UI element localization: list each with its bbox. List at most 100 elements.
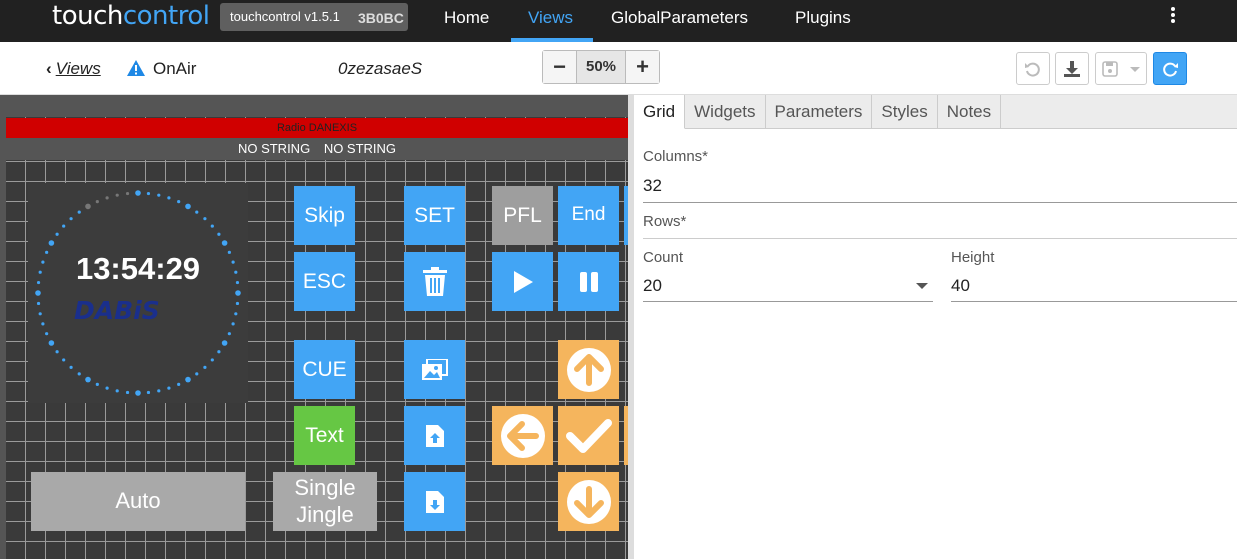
- arrow-left-button[interactable]: [492, 406, 553, 465]
- tab-grid[interactable]: Grid: [634, 95, 686, 129]
- clock-dot: [115, 193, 119, 197]
- clock-dot: [167, 386, 171, 390]
- back-link[interactable]: ‹ Views: [46, 59, 101, 79]
- zoom-in-button[interactable]: +: [626, 51, 659, 83]
- clock-dot: [177, 200, 181, 204]
- warning-icon: [127, 60, 145, 76]
- clock-dot: [77, 210, 81, 214]
- clock-dot: [55, 232, 59, 236]
- count-select-underline: [643, 301, 933, 302]
- tab-parameters[interactable]: Parameters: [766, 95, 873, 129]
- undo-button[interactable]: [1016, 52, 1050, 85]
- text-button[interactable]: Text: [294, 406, 355, 465]
- clock-dot: [85, 203, 91, 210]
- clock-dot: [167, 196, 171, 200]
- rows-label: Rows*: [643, 213, 687, 230]
- play-button[interactable]: [492, 252, 553, 311]
- partial-widget-edge: [624, 406, 628, 465]
- clock-dot: [38, 312, 42, 316]
- images-button[interactable]: [404, 340, 465, 399]
- nav-plugins[interactable]: Plugins: [795, 8, 851, 28]
- clock-dot: [95, 382, 99, 386]
- clock-dot: [35, 290, 41, 296]
- nav-home[interactable]: Home: [444, 8, 489, 28]
- clock-dot: [125, 390, 130, 395]
- clock-dot: [105, 196, 109, 200]
- clock-dot: [217, 232, 221, 236]
- clock-dot: [157, 389, 161, 393]
- chevron-left-icon: ‹: [46, 59, 52, 78]
- brand-logo[interactable]: touchcontrol: [52, 1, 210, 31]
- columns-input[interactable]: 32: [643, 176, 662, 196]
- version-tooltip-tail: 3B0BC: [358, 10, 404, 26]
- delete-button[interactable]: [404, 252, 465, 311]
- trash-icon: [422, 266, 447, 296]
- file-download-button[interactable]: [404, 472, 465, 531]
- pause-button[interactable]: [558, 252, 619, 311]
- tab-styles[interactable]: Styles: [872, 95, 938, 129]
- height-input[interactable]: 40: [951, 276, 970, 296]
- clock-dot: [105, 386, 109, 390]
- refresh-icon: [1163, 62, 1178, 77]
- clock-dot: [55, 350, 59, 354]
- single-jingle-button[interactable]: Single Jingle: [273, 472, 377, 531]
- zoom-out-button[interactable]: −: [543, 51, 576, 83]
- set-button[interactable]: SET: [404, 186, 465, 245]
- clock-dot: [146, 390, 151, 395]
- clock-dot: [195, 210, 199, 214]
- clock-dot: [157, 193, 161, 197]
- clock-dot: [85, 376, 91, 383]
- auto-button[interactable]: Auto: [31, 472, 245, 531]
- save-dropdown-button[interactable]: [1095, 52, 1147, 85]
- tab-widgets[interactable]: Widgets: [685, 95, 766, 129]
- esc-button[interactable]: ESC: [294, 252, 355, 311]
- arrow-down-button[interactable]: [558, 472, 619, 531]
- nav-views[interactable]: Views: [528, 8, 573, 28]
- file-upload-button[interactable]: [404, 406, 465, 465]
- clock-dot: [146, 191, 151, 196]
- pfl-button[interactable]: PFL: [492, 186, 553, 245]
- clock-dot: [203, 217, 207, 221]
- clock-dot: [36, 301, 41, 306]
- properties-panel: Grid Widgets Parameters Styles Notes Col…: [634, 95, 1237, 559]
- clock-dot: [69, 365, 73, 369]
- count-select[interactable]: 20: [643, 276, 662, 296]
- clock-dot: [69, 217, 73, 221]
- arrow-left-circle-icon: [500, 413, 545, 458]
- confirm-button[interactable]: [558, 406, 619, 465]
- arrow-up-button[interactable]: [558, 340, 619, 399]
- clock-dot: [227, 332, 231, 336]
- view-toolbar: ‹ Views OnAir 0zezasaeS − 50% +: [0, 42, 1237, 95]
- zoom-control: − 50% +: [542, 50, 660, 84]
- images-icon: [421, 358, 448, 380]
- clock-dot: [231, 322, 235, 326]
- version-tooltip-text: touchcontrol v1.5.1: [230, 9, 340, 24]
- clock-dot: [217, 350, 221, 354]
- partial-widget-edge: [624, 186, 628, 245]
- clock-dot: [62, 224, 66, 228]
- chevron-down-icon[interactable]: [916, 283, 928, 289]
- nav-global-parameters[interactable]: GlobalParameters: [611, 8, 748, 28]
- dabis-logo: DABiS: [74, 296, 160, 325]
- clock-time: 13:54:29: [75, 251, 201, 286]
- rows-divider: [643, 238, 1237, 239]
- cue-button[interactable]: CUE: [294, 340, 355, 399]
- string-2: NO STRING: [323, 141, 397, 156]
- clock-dot: [234, 312, 238, 316]
- clock-dot: [62, 358, 66, 362]
- dabis-logo-text: DABiS: [74, 296, 160, 325]
- skip-button[interactable]: Skip: [294, 186, 355, 245]
- panel-tabs: Grid Widgets Parameters Styles Notes: [634, 95, 1237, 129]
- download-button[interactable]: [1055, 52, 1089, 85]
- tab-notes[interactable]: Notes: [938, 95, 1002, 129]
- clock-dot: [125, 191, 130, 196]
- clock-widget[interactable]: 13:54:29 DABiS: [28, 183, 248, 403]
- clock-dot: [185, 203, 191, 210]
- refresh-button[interactable]: [1153, 52, 1187, 85]
- clock-dot: [48, 240, 55, 246]
- more-menu-icon[interactable]: [1165, 6, 1181, 28]
- undo-icon: [1025, 62, 1040, 77]
- end-button[interactable]: End: [558, 186, 619, 245]
- height-label: Height: [951, 249, 995, 266]
- count-label: Count: [643, 249, 684, 266]
